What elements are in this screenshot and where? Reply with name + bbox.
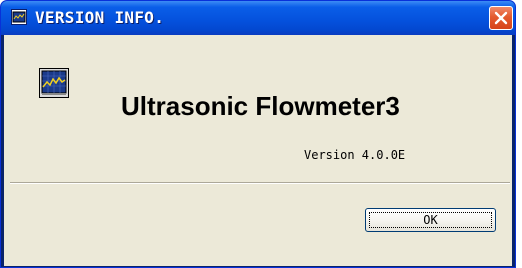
window-title: VERSION INFO. [35,8,165,27]
flowmeter-graph-icon [39,68,69,98]
version-label: Version 4.0.0E [304,148,406,162]
dialog-body: Ultrasonic Flowmeter3 Version 4.0.0E OK [4,35,512,266]
monitor-graph-icon [11,9,27,25]
close-button[interactable] [489,6,513,30]
app-name: Ultrasonic Flowmeter3 [121,91,400,121]
divider [10,182,510,184]
version-info-window: VERSION INFO. Ultrasonic Flowmeter3 Vers… [0,0,516,268]
ok-button-label: OK [423,213,438,227]
close-icon [494,11,508,25]
title-bar[interactable]: VERSION INFO. [1,1,515,35]
ok-button[interactable]: OK [365,208,496,232]
